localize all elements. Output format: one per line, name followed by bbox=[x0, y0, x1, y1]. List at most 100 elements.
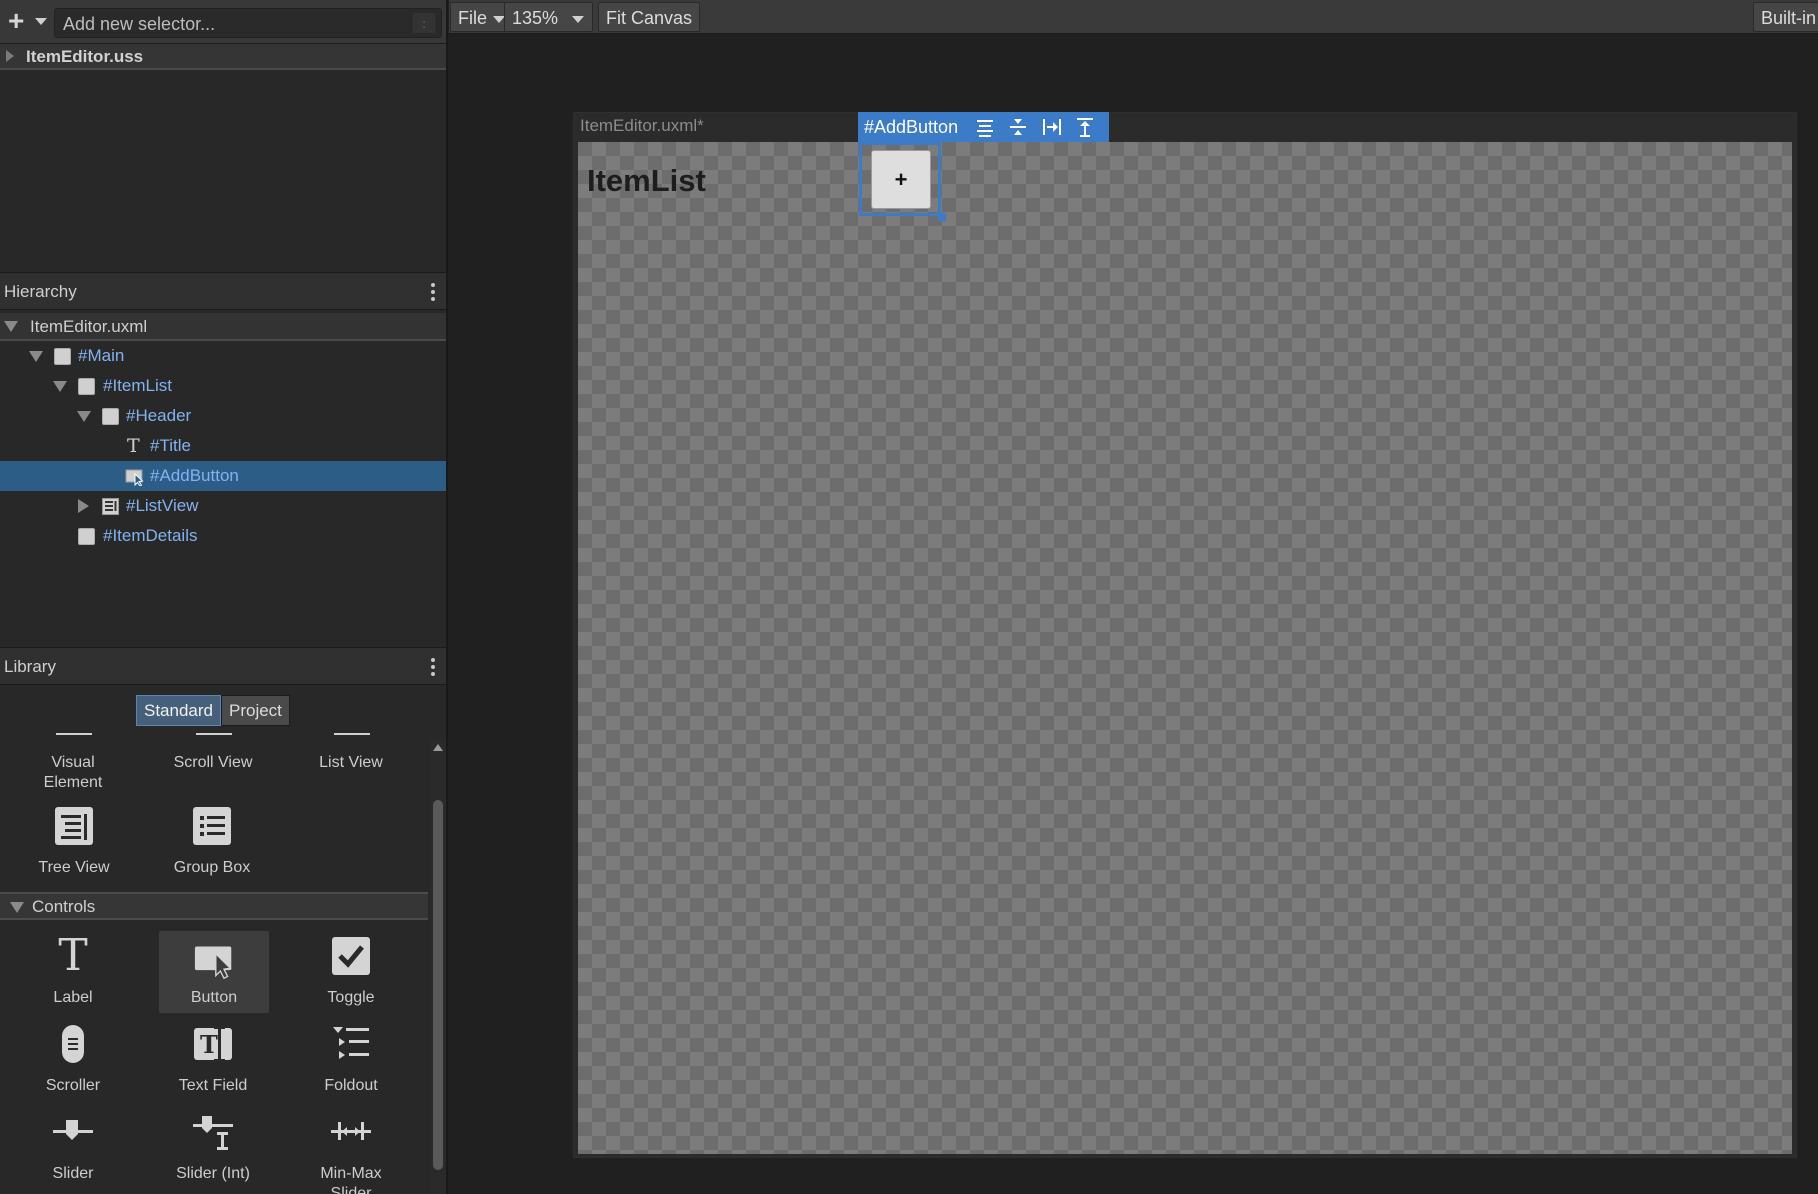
hierarchy-item-title[interactable]: T #Title bbox=[0, 431, 446, 461]
canvas[interactable] bbox=[578, 142, 1792, 1154]
library-item-tree-view[interactable]: Tree View bbox=[19, 806, 129, 878]
foldout-icon bbox=[333, 1027, 369, 1059]
add-button[interactable]: + bbox=[871, 150, 931, 209]
library-item-toggle[interactable]: Toggle bbox=[296, 936, 406, 1012]
library-item-slider-int[interactable]: Slider (Int) bbox=[158, 1112, 268, 1184]
selector-input-value: Add new selector... bbox=[63, 14, 216, 34]
library-item-label[interactable]: T Label bbox=[18, 930, 128, 1012]
zoom-dropdown[interactable]: 135% bbox=[504, 2, 593, 32]
hierarchy-root-label: ItemEditor.uxml bbox=[30, 317, 148, 336]
visual-element-icon bbox=[78, 378, 95, 395]
scroll-view-icon bbox=[196, 733, 232, 735]
library-item-min-max-slider[interactable]: Min-Max Slider bbox=[296, 1112, 406, 1194]
add-selector-button[interactable]: + bbox=[4, 5, 50, 36]
hierarchy-item-label: #AddButton bbox=[150, 466, 239, 485]
hierarchy-item-listview[interactable]: #ListView bbox=[0, 491, 446, 521]
library-item-label: List View bbox=[319, 754, 383, 771]
library-item-list-view[interactable]: List View bbox=[296, 733, 406, 773]
text-field-icon: T bbox=[194, 1026, 232, 1062]
visual-element-icon bbox=[54, 348, 71, 365]
button-icon bbox=[125, 469, 144, 486]
library-item-slider[interactable]: Slider bbox=[18, 1112, 128, 1184]
selector-menu-button[interactable]: : bbox=[413, 13, 435, 33]
library-item-button[interactable]: Button bbox=[159, 931, 269, 1013]
label-icon: T bbox=[58, 930, 88, 981]
slider-int-icon bbox=[193, 1116, 233, 1150]
list-view-icon bbox=[102, 498, 119, 515]
library-item-foldout[interactable]: Foldout bbox=[296, 1024, 406, 1096]
expand-arrow-icon[interactable] bbox=[77, 411, 91, 422]
hierarchy-item-label: #Main bbox=[78, 346, 125, 365]
button-icon bbox=[194, 946, 232, 980]
tree-view-icon bbox=[55, 807, 93, 845]
library-item-scroll-view[interactable]: Scroll View bbox=[158, 733, 268, 773]
selector-input[interactable]: Add new selector... : bbox=[54, 8, 442, 38]
scroll-up-icon[interactable] bbox=[433, 744, 443, 751]
library-item-group-box[interactable]: Group Box bbox=[157, 806, 267, 878]
selection-tag: #AddButton bbox=[858, 112, 1109, 142]
visual-element-icon bbox=[56, 733, 92, 735]
stylesheet-row[interactable]: ItemEditor.uss bbox=[0, 44, 446, 70]
label-icon: T bbox=[127, 435, 140, 457]
controls-section[interactable]: Controls bbox=[0, 892, 428, 920]
library-scrollbar[interactable] bbox=[430, 740, 446, 1194]
expand-arrow-icon[interactable] bbox=[6, 50, 14, 62]
viewport-toolbar: File 135% Fit Canvas Built-in bbox=[449, 0, 1818, 34]
expand-arrow-icon[interactable] bbox=[53, 381, 67, 392]
stretch-width-icon[interactable] bbox=[1041, 116, 1063, 138]
stylesheet-label: ItemEditor.uss bbox=[26, 47, 144, 66]
dropdown-arrow-icon bbox=[572, 15, 585, 23]
hierarchy-item-label: #Header bbox=[126, 406, 192, 425]
hierarchy-item-label: #ItemList bbox=[103, 376, 172, 395]
file-menu-label: File bbox=[458, 8, 488, 28]
controls-section-label: Controls bbox=[32, 897, 96, 916]
left-panel: + Add new selector... : ItemEditor.uss H… bbox=[0, 0, 448, 1194]
selector-bar: + Add new selector... : bbox=[0, 0, 446, 44]
hierarchy-item-header[interactable]: #Header bbox=[0, 401, 446, 431]
hierarchy-item-label: #Title bbox=[150, 436, 191, 455]
dropdown-arrow-icon bbox=[35, 18, 47, 25]
hierarchy-item-itemlist[interactable]: #ItemList bbox=[0, 371, 446, 401]
expand-arrow-icon[interactable] bbox=[4, 321, 18, 332]
selected-element-name: #AddButton bbox=[864, 117, 959, 137]
hierarchy-item-itemdetails[interactable]: #ItemDetails bbox=[0, 521, 446, 551]
hierarchy-item-addbutton[interactable]: #AddButton bbox=[0, 461, 446, 491]
toggle-icon bbox=[332, 937, 370, 975]
library-item-scroller[interactable]: Scroller bbox=[18, 1024, 128, 1096]
min-max-slider-icon bbox=[331, 1122, 371, 1140]
slider-icon bbox=[53, 1120, 93, 1140]
stretch-height-icon[interactable] bbox=[1074, 116, 1096, 138]
library-title: Library bbox=[4, 657, 56, 676]
hierarchy-item-label: #ItemDetails bbox=[103, 526, 198, 545]
scrollbar-thumb[interactable] bbox=[433, 800, 443, 1170]
library-tabs: Standard Project bbox=[136, 695, 290, 726]
expand-arrow-icon[interactable] bbox=[29, 351, 43, 362]
theme-dropdown[interactable]: Built-in bbox=[1753, 2, 1818, 32]
list-view-icon bbox=[334, 733, 370, 735]
visual-element-icon bbox=[102, 408, 119, 425]
resize-handle[interactable] bbox=[938, 213, 946, 221]
align-center-icon[interactable] bbox=[1007, 116, 1029, 138]
kebab-menu-icon[interactable] bbox=[430, 283, 436, 303]
hierarchy-header: Hierarchy bbox=[0, 272, 446, 310]
fit-canvas-button[interactable]: Fit Canvas bbox=[598, 2, 701, 32]
kebab-menu-icon[interactable] bbox=[430, 658, 436, 678]
document-title[interactable]: ItemEditor.uxml* bbox=[580, 116, 704, 136]
expand-arrow-icon[interactable] bbox=[10, 902, 24, 913]
canvas-heading[interactable]: ItemList bbox=[587, 163, 706, 199]
library-item-text-field[interactable]: T Text Field bbox=[158, 1024, 268, 1096]
library-item-label: Visual Element bbox=[43, 754, 103, 791]
library-item-label: Scroll View bbox=[173, 754, 253, 771]
visual-element-icon bbox=[78, 528, 95, 545]
hierarchy-title: Hierarchy bbox=[4, 282, 77, 301]
hierarchy-item-main[interactable]: #Main bbox=[0, 341, 446, 371]
scroller-icon bbox=[62, 1025, 84, 1063]
group-box-icon bbox=[193, 807, 231, 845]
hierarchy-item-label: #ListView bbox=[126, 496, 199, 515]
tab-standard[interactable]: Standard bbox=[136, 695, 221, 726]
align-justify-icon[interactable] bbox=[974, 116, 996, 138]
hierarchy-root[interactable]: ItemEditor.uxml bbox=[0, 313, 446, 341]
tab-project[interactable]: Project bbox=[221, 695, 290, 726]
collapse-arrow-icon[interactable] bbox=[78, 499, 89, 513]
library-item-visual-element[interactable]: Visual Element bbox=[18, 733, 128, 793]
